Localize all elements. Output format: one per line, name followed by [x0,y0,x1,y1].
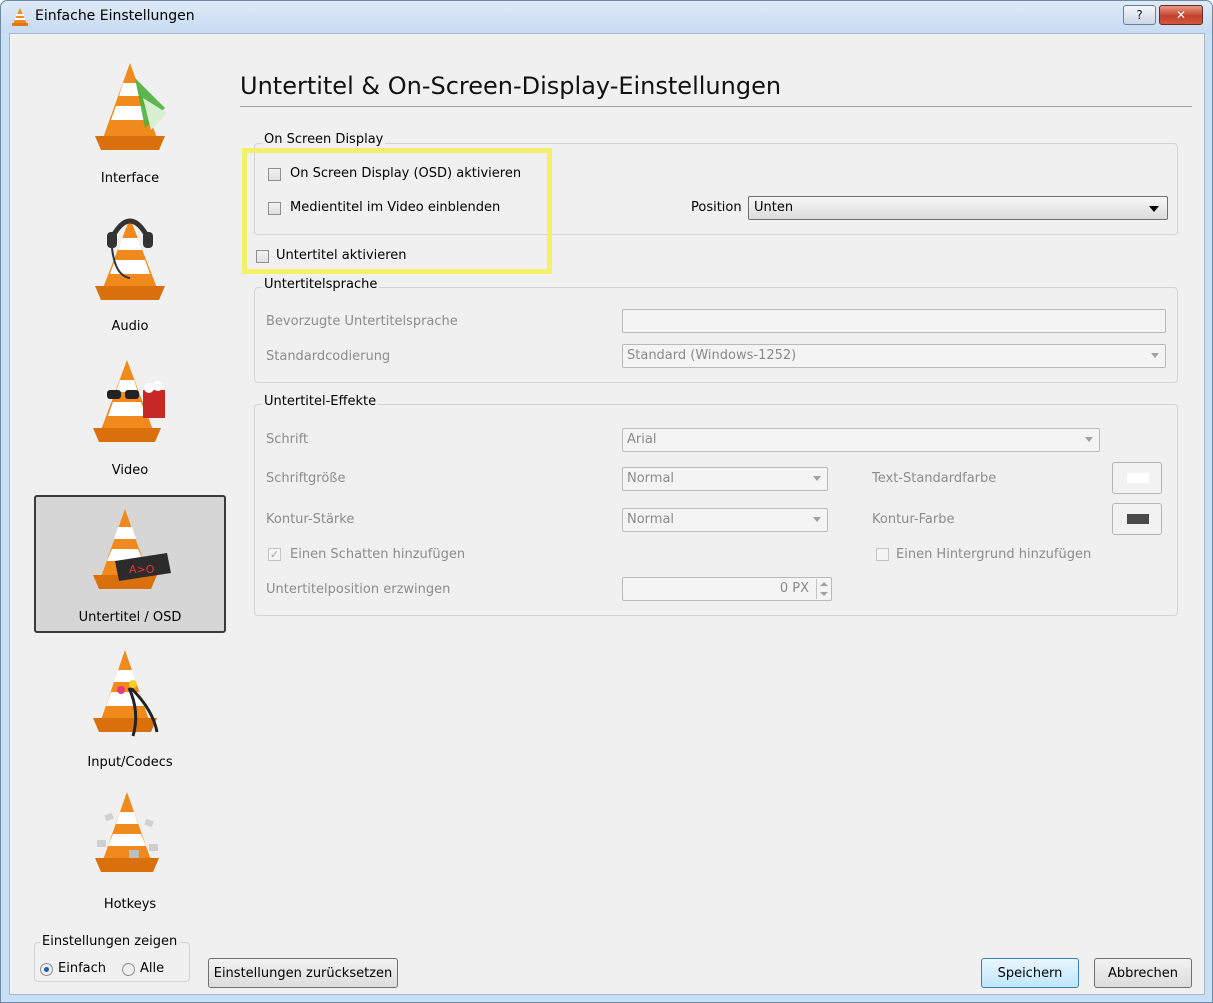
chevron-down-icon [813,476,821,481]
settings-window: Einfache Einstellungen ? ✕ Interface Aud… [0,0,1213,1003]
outline-thickness-label: Kontur-Stärke [266,512,355,527]
highlight-annotation [242,148,552,274]
shadow-checkbox[interactable]: ✓ [268,548,281,561]
radio-all-label: Alle [140,961,165,976]
encoding-label: Standardcodierung [266,349,391,364]
help-button[interactable]: ? [1123,5,1156,25]
dialog-body: Interface Audio Video A>O Untertitel / O… [9,33,1205,995]
sidebar-item-subtitles-osd[interactable]: A>O Untertitel / OSD [34,495,226,633]
sidebar-item-label: Video [111,463,149,478]
chevron-down-icon [1151,353,1159,358]
subtitles-cone-icon: A>O [93,509,171,589]
reset-settings-button[interactable]: Einstellungen zurücksetzen [208,958,398,988]
show-settings-title: Einstellungen zeigen [40,934,180,949]
force-position-value: 0 PX [779,581,809,596]
chevron-down-icon [1085,437,1093,442]
save-label: Speichern [997,965,1063,981]
interface-cone-icon [95,63,167,150]
cancel-label: Abbrechen [1107,965,1179,981]
position-select[interactable]: Unten [748,196,1168,220]
preferred-language-label: Bevorzugte Untertitelsprache [266,314,458,329]
position-label: Position [691,200,742,215]
subtitle-effects-title: Untertitel-Effekte [262,394,379,409]
position-value: Unten [754,200,794,215]
background-label: Einen Hintergrund hinzufügen [896,547,1092,562]
reset-settings-label: Einstellungen zurücksetzen [213,965,393,981]
page-title: Untertitel & On-Screen-Display-Einstellu… [240,72,782,100]
audio-cone-icon [95,218,165,300]
chevron-down-icon [813,517,821,522]
help-icon: ? [1136,8,1143,22]
text-color-label: Text-Standardfarbe [872,471,997,486]
sidebar-item-input-codecs[interactable]: Input/Codecs [34,638,226,776]
font-label: Schrift [266,432,309,447]
title-bar: Einfache Einstellungen ? ✕ [1,1,1212,33]
save-button[interactable]: Speichern [981,958,1079,988]
sidebar-item-label: Audio [111,319,149,334]
radio-simple-label: Einfach [58,961,106,976]
sidebar-item-label: Untertitel / OSD [78,610,182,625]
sidebar-item-hotkeys[interactable]: Hotkeys [34,780,226,918]
outline-thickness-value: Normal [627,512,675,527]
radio-simple[interactable] [40,963,53,976]
hotkeys-cone-icon [95,792,159,872]
input-codecs-cone-icon [93,650,159,737]
window-title: Einfache Einstellungen [35,8,195,24]
chevron-down-icon [1149,206,1159,212]
outline-color-swatch [1127,514,1149,524]
close-button[interactable]: ✕ [1159,5,1203,25]
vlc-cone-icon [12,8,28,26]
text-color-swatch [1127,473,1149,483]
background-checkbox[interactable] [876,548,889,561]
subtitle-language-group [254,287,1178,383]
outline-thickness-select[interactable]: Normal [622,508,828,532]
sidebar-item-video[interactable]: Video [34,346,226,484]
font-value: Arial [627,432,657,447]
force-position-label: Untertitelposition erzwingen [266,582,451,597]
encoding-select[interactable]: Standard (Windows-1252) [622,344,1166,368]
title-divider [240,106,1192,107]
svg-text:A>O: A>O [129,563,155,576]
text-color-button[interactable] [1112,462,1162,494]
sidebar-item-label: Hotkeys [103,897,157,912]
font-select[interactable]: Arial [622,428,1100,452]
radio-all[interactable] [122,963,135,976]
sidebar-item-label: Input/Codecs [87,755,173,770]
subtitle-language-title: Untertitelsprache [262,277,380,292]
sidebar-item-audio[interactable]: Audio [34,202,226,340]
video-cone-icon [93,360,165,442]
spin-arrows-icon[interactable] [816,579,830,599]
outline-color-label: Kontur-Farbe [872,512,955,527]
preferred-language-input[interactable] [622,309,1166,333]
category-sidebar: Interface Audio Video A>O Untertitel / O… [10,34,230,982]
sidebar-item-label: Interface [100,171,160,186]
sidebar-item-interface[interactable]: Interface [34,54,226,192]
cancel-button[interactable]: Abbrechen [1094,958,1192,988]
shadow-label: Einen Schatten hinzufügen [290,547,466,562]
outline-color-button[interactable] [1112,503,1162,535]
font-size-value: Normal [627,471,675,486]
force-position-spinbox[interactable]: 0 PX [622,577,832,601]
font-size-select[interactable]: Normal [622,467,828,491]
font-size-label: Schriftgröße [266,471,346,486]
close-icon: ✕ [1175,8,1187,22]
encoding-value: Standard (Windows-1252) [627,348,797,363]
osd-group-title: On Screen Display [262,132,386,147]
